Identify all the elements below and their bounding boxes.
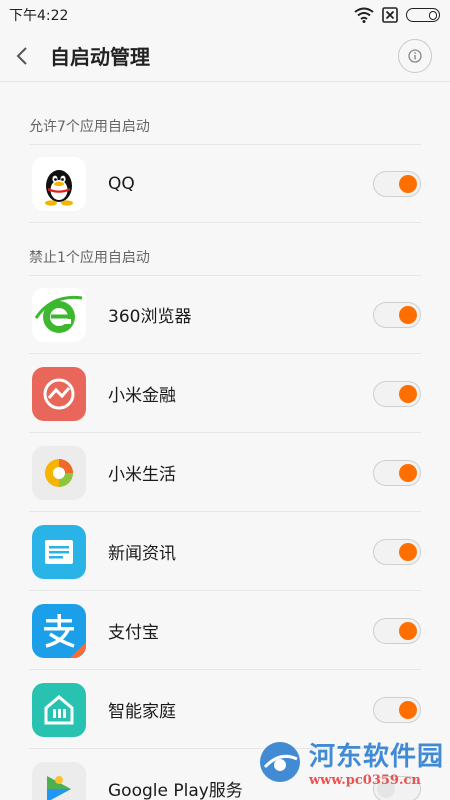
status-bar: 下午4:22 [0,0,450,30]
toggle-knob [399,700,417,719]
watermark-logo-icon [259,742,300,782]
app-name: 360浏览器 [108,307,192,327]
mi-finance-icon [32,366,86,421]
no-sim-icon [382,7,398,23]
mi-life-icon [32,445,86,500]
section-title-allowed: 允许7个应用自启动 [29,119,150,135]
toggle-knob [399,463,417,482]
watermark-url: www.pc0359.cn [308,773,421,788]
app-name: 支付宝 [108,623,159,643]
status-time: 下午4:22 [9,8,69,24]
toggle-knob [399,384,417,403]
smart-home-icon [32,682,86,737]
autostart-toggle[interactable] [373,170,421,197]
info-button[interactable] [398,39,432,73]
app-name: 智能家庭 [108,702,176,722]
autostart-toggle[interactable] [373,380,421,407]
app-name: 小米生活 [108,465,176,485]
list-item-news: 新闻资讯 [0,512,450,591]
autostart-toggle[interactable] [373,617,421,644]
autostart-toggle[interactable] [373,538,421,565]
chevron-left-icon [16,46,27,65]
app-name: QQ [108,173,135,194]
list-item-mi-life: 小米生活 [0,433,450,512]
app-name: 新闻资讯 [108,544,176,564]
watermark: 河东软件园 www.pc0359.cn [257,736,444,788]
wifi-icon [354,7,374,23]
page-title: 自启动管理 [50,45,150,69]
battery-icon [406,8,440,22]
360-browser-icon [32,287,86,342]
allowed-apps-list: QQ [0,144,450,223]
toggle-knob [399,174,417,193]
section-title-blocked: 禁止1个应用自启动 [29,250,150,266]
back-button[interactable] [0,30,44,82]
list-item-qq: QQ [0,144,450,223]
header: 自启动管理 [0,30,450,82]
info-icon [408,49,422,63]
news-icon [32,524,86,579]
watermark-name: 河东软件园 [308,742,444,772]
autostart-toggle[interactable] [373,301,421,328]
qq-icon [32,156,86,211]
toggle-knob [399,305,417,324]
list-item-360-browser: 360浏览器 [0,275,450,354]
toggle-knob [399,542,417,561]
toggle-knob [399,621,417,640]
status-icons [354,7,440,23]
app-name: 小米金融 [108,386,176,406]
list-item-mi-finance: 小米金融 [0,354,450,433]
autostart-toggle[interactable] [373,459,421,486]
list-item-alipay: 支付宝 [0,591,450,670]
google-play-services-icon [32,761,86,800]
autostart-toggle[interactable] [373,696,421,723]
blocked-apps-list: 360浏览器 小米金融 小米生活 新闻资讯 支付宝 智能家庭 Google Pl… [0,275,450,800]
alipay-icon [32,603,86,658]
